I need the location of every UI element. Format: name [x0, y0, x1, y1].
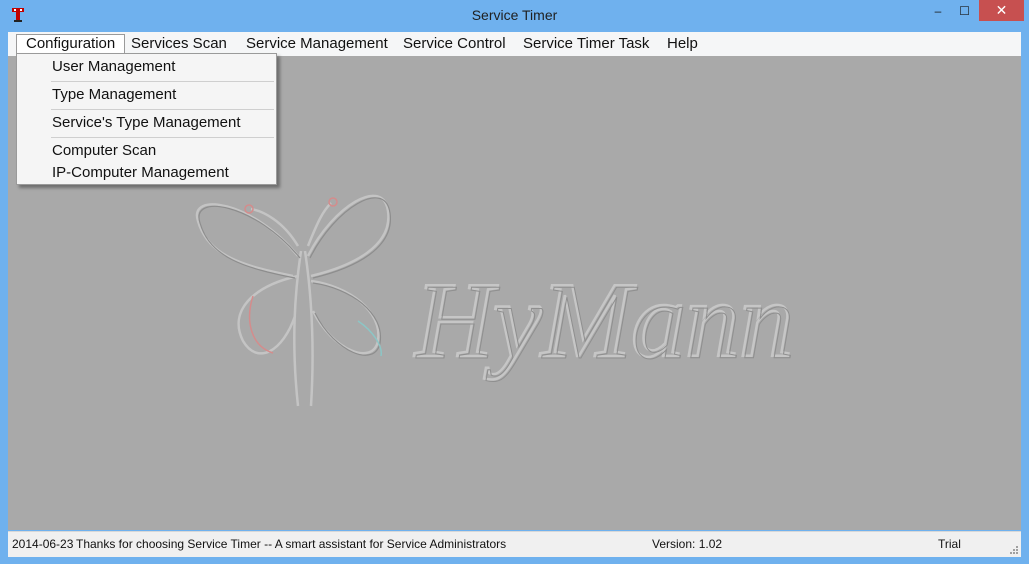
configuration-dropdown-menu: User Management Type Management Service'… [16, 53, 277, 185]
menu-separator [51, 137, 274, 138]
menu-item-user-management[interactable]: User Management [52, 58, 175, 75]
menu-configuration[interactable]: Configuration [16, 34, 126, 54]
menu-separator [51, 81, 274, 82]
status-version: Version: 1.02 [652, 537, 723, 551]
menu-service-management[interactable]: Service Management [237, 34, 397, 54]
menu-item-computer-scan[interactable]: Computer Scan [52, 142, 156, 159]
close-button[interactable]: ✕ [979, 0, 1024, 21]
menu-separator [51, 109, 274, 110]
status-message: Thanks for choosing Service Timer -- A s… [76, 537, 507, 551]
app-window: Service Timer – ☐ ✕ Configuration Servic… [0, 0, 1029, 564]
watermark-logo: HyMann HyMann [195, 194, 795, 407]
menu-service-control[interactable]: Service Control [394, 34, 515, 54]
maximize-icon: ☐ [959, 3, 970, 18]
resize-grip-icon[interactable] [1009, 545, 1019, 555]
maximize-button[interactable]: ☐ [951, 0, 978, 21]
window-title: Service Timer [471, 7, 558, 23]
menu-item-type-management[interactable]: Type Management [52, 86, 176, 103]
status-license: Trial [938, 537, 961, 551]
title-bar[interactable]: Service Timer – ☐ ✕ [0, 0, 1029, 31]
menu-services-scan[interactable]: Services Scan [122, 34, 236, 54]
menu-help[interactable]: Help [658, 34, 707, 54]
butterfly-logo-icon [195, 194, 391, 407]
status-date: 2014-06-23 [12, 537, 74, 551]
watermark-text-shadow: HyMann [415, 263, 795, 382]
menu-item-ip-computer-management[interactable]: IP-Computer Management [52, 164, 229, 181]
status-bar: 2014-06-23 Thanks for choosing Service T… [8, 531, 1021, 557]
close-icon: ✕ [995, 2, 1008, 18]
menu-item-services-type-management[interactable]: Service's Type Management [52, 114, 241, 131]
minimize-button[interactable]: – [925, 0, 951, 21]
menu-service-timer-task[interactable]: Service Timer Task [514, 34, 658, 54]
minimize-icon: – [934, 3, 942, 18]
